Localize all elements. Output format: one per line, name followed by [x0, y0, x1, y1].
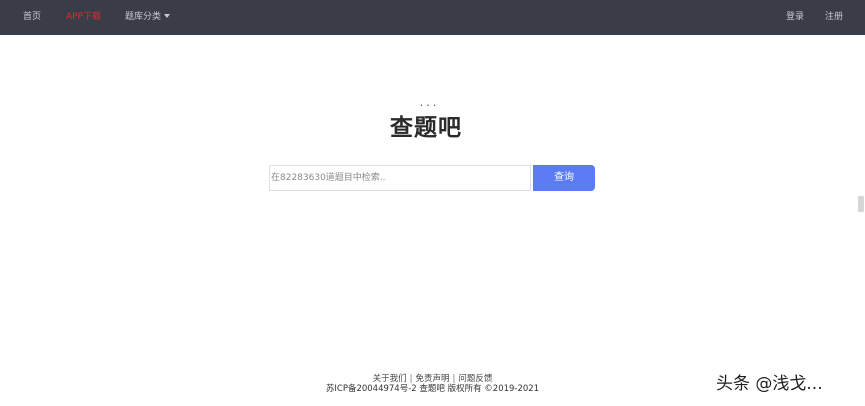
watermark-text: 头条 @浅戈...: [716, 374, 823, 394]
search-button[interactable]: 查询: [533, 165, 595, 191]
caret-down-icon: [164, 14, 171, 18]
register-link[interactable]: 注册: [825, 0, 843, 35]
nav-categories-dropdown[interactable]: 题库分类: [125, 0, 171, 35]
top-navbar: 首页 APP下载 题库分类 登录 注册: [0, 0, 865, 35]
login-link[interactable]: 登录: [786, 0, 804, 35]
scrollbar-thumb[interactable]: [858, 196, 864, 212]
logo-text: 查题吧: [390, 114, 462, 141]
site-logo: • • • 查题吧: [390, 103, 470, 146]
nav-home-link[interactable]: 首页: [23, 0, 41, 35]
search-input[interactable]: [269, 165, 531, 191]
nav-app-download-link[interactable]: APP下载: [66, 0, 101, 35]
nav-categories-label: 题库分类: [125, 12, 162, 22]
